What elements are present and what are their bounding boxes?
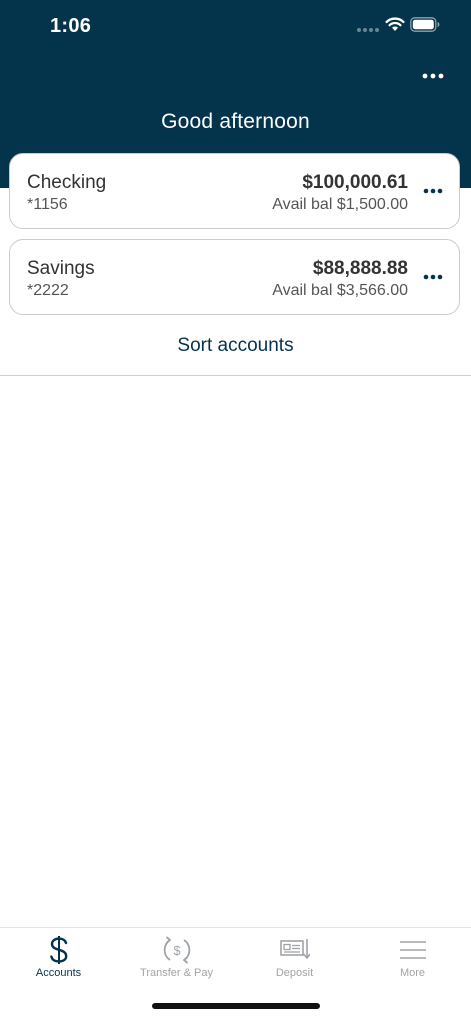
hamburger-menu-icon bbox=[399, 941, 426, 959]
check-deposit-icon bbox=[279, 939, 310, 960]
account-number: *2222 bbox=[27, 282, 69, 299]
tab-label: Accounts bbox=[35, 967, 82, 979]
account-available-balance: Avail bal $3,566.00 bbox=[272, 282, 408, 299]
cellular-signal-icon bbox=[357, 28, 379, 32]
more-horizontal-icon bbox=[423, 188, 443, 194]
account-name: Savings bbox=[27, 258, 95, 279]
svg-text:$: $ bbox=[173, 943, 181, 958]
wifi-icon bbox=[385, 17, 405, 31]
more-horizontal-icon bbox=[422, 73, 444, 79]
status-time: 1:06 bbox=[50, 15, 92, 37]
battery-icon bbox=[410, 17, 440, 32]
more-horizontal-icon bbox=[423, 274, 443, 280]
account-card-savings[interactable]: Savings *2222 $88,888.88 Avail bal $3,56… bbox=[9, 239, 460, 315]
tab-more[interactable]: More bbox=[354, 928, 471, 988]
account-more-button[interactable] bbox=[417, 178, 449, 204]
account-more-button[interactable] bbox=[417, 264, 449, 290]
accounts-screen: 1:06 Good afternoon Checking *1156 $100,… bbox=[0, 0, 471, 1019]
tab-label: Transfer & Pay bbox=[140, 967, 213, 979]
account-name: Checking bbox=[27, 172, 107, 193]
tab-label: Deposit bbox=[275, 967, 314, 979]
account-card-checking[interactable]: Checking *1156 $100,000.61 Avail bal $1,… bbox=[9, 153, 460, 229]
greeting-title: Good afternoon bbox=[161, 110, 310, 133]
account-available-balance: Avail bal $1,500.00 bbox=[272, 196, 408, 213]
tab-transfer-pay[interactable]: $ Transfer & Pay bbox=[118, 928, 235, 988]
tab-label: More bbox=[399, 967, 426, 979]
home-indicator[interactable] bbox=[152, 1003, 320, 1009]
status-bar: 1:06 bbox=[0, 0, 471, 54]
transfer-pay-icon: $ bbox=[163, 936, 190, 964]
tab-accounts[interactable]: Accounts bbox=[0, 928, 117, 988]
tab-deposit[interactable]: Deposit bbox=[236, 928, 353, 988]
header-more-button[interactable] bbox=[414, 62, 452, 90]
account-balance: $100,000.61 bbox=[302, 172, 408, 193]
sort-accounts-link[interactable]: Sort accounts bbox=[0, 335, 471, 357]
account-number: *1156 bbox=[27, 196, 68, 213]
account-balance: $88,888.88 bbox=[312, 258, 408, 279]
divider bbox=[0, 375, 471, 376]
dollar-icon bbox=[49, 936, 67, 964]
